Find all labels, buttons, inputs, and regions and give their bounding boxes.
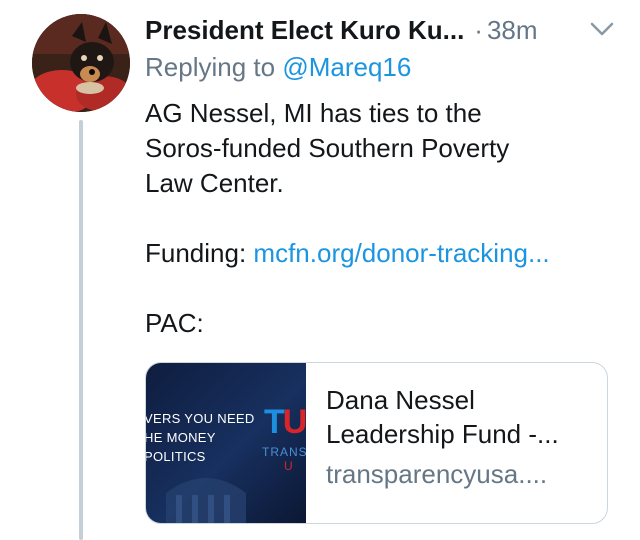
transparency-logo-text: TRANS U [262, 445, 306, 473]
card-text: Dana Nessel Leadership Fund -... transpa… [306, 363, 607, 523]
thread-line [79, 120, 83, 540]
link-card[interactable]: VERS YOU NEED HE MONEY POLITICS TU TRANS… [145, 362, 608, 524]
text-line: Soros-funded Southern Poverty [145, 133, 510, 163]
thumb-tagline: VERS YOU NEED HE MONEY POLITICS [146, 411, 255, 464]
card-thumbnail: VERS YOU NEED HE MONEY POLITICS TU TRANS… [146, 363, 306, 523]
display-name[interactable]: President Elect Kuro Ku... [145, 15, 464, 46]
timestamp[interactable]: 38m [487, 15, 538, 46]
chevron-down-icon[interactable] [589, 18, 615, 40]
reply-prefix: Replying to [145, 52, 276, 82]
funding-label: Funding: [145, 238, 247, 268]
text-line: Law Center. [145, 168, 284, 198]
avatar[interactable] [32, 14, 130, 112]
tweet-header: President Elect Kuro Ku... · 38m [145, 12, 615, 48]
tweet-text: AG Nessel, MI has ties to the Soros-fund… [145, 96, 615, 341]
text-line: AG Nessel, MI has ties to the [145, 98, 482, 128]
pac-label: PAC: [145, 308, 204, 338]
transparency-logo: TU [264, 403, 306, 441]
separator-dot: · [474, 14, 483, 45]
reply-handle-link[interactable]: @Mareq16 [282, 52, 411, 82]
funding-link[interactable]: mcfn.org/donor-tracking... [253, 238, 549, 268]
card-domain: transparencyusa.... [326, 459, 548, 489]
funding-line: Funding: mcfn.org/donor-tracking... [145, 236, 615, 271]
card-title: Dana Nessel Leadership Fund -... [326, 385, 559, 449]
replying-to: Replying to @Mareq16 [145, 52, 411, 83]
